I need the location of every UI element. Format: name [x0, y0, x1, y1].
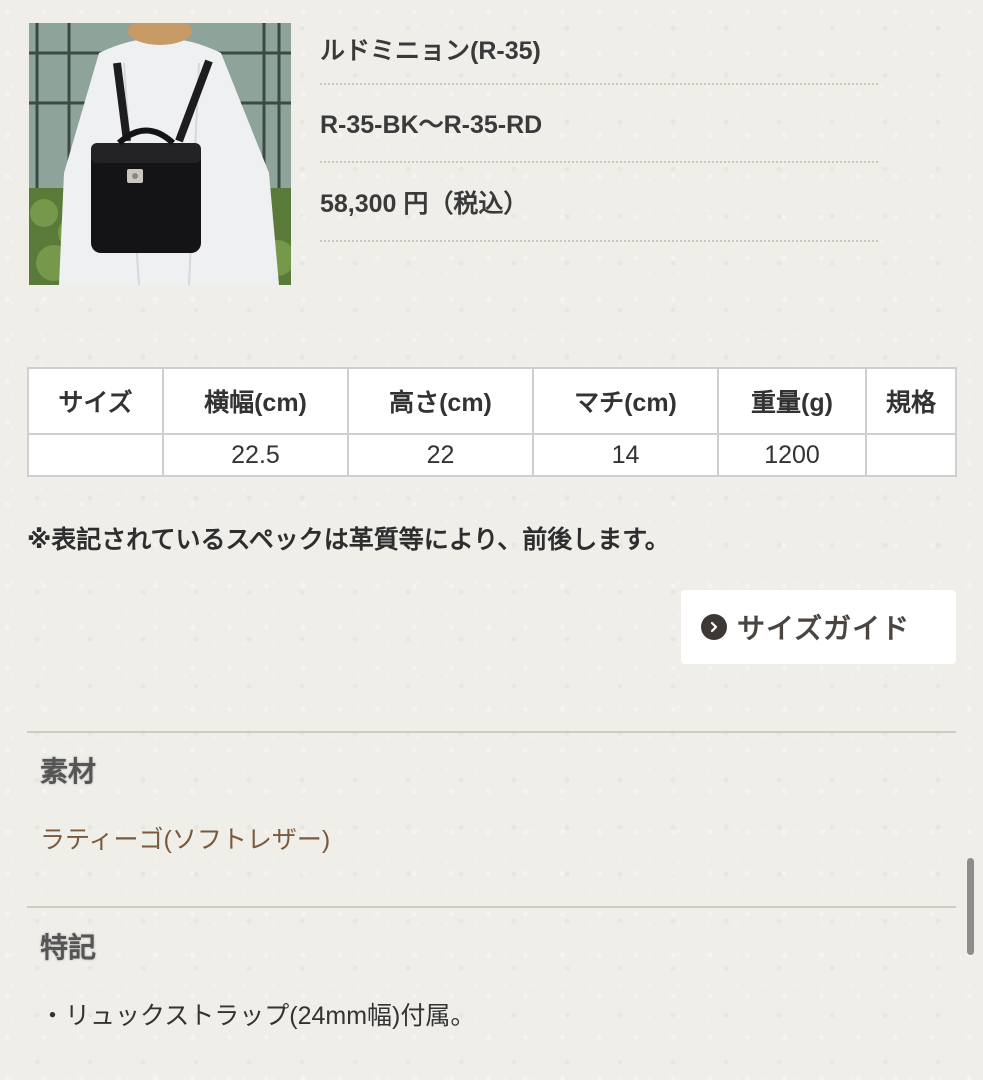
chevron-right-circle-icon: [701, 614, 727, 640]
spec-header-height: 高さ(cm): [347, 367, 534, 435]
spec-value-row: 22.5 22 14 1200: [27, 433, 957, 477]
product-info: ルドミニョン(R-35) R-35-BK〜R-35-RD 58,300 円（税込…: [320, 23, 878, 242]
spec-header-weight: 重量(g): [717, 367, 867, 435]
product-code: R-35-BK〜R-35-RD: [320, 85, 878, 163]
spec-value-weight: 1200: [717, 433, 867, 477]
spec-value-height: 22: [347, 433, 534, 477]
size-guide-button[interactable]: サイズガイド: [681, 590, 956, 664]
product-price: 58,300 円（税込）: [320, 163, 878, 242]
spec-value-depth: 14: [532, 433, 719, 477]
spec-header-depth: マチ(cm): [532, 367, 719, 435]
spec-header-size: サイズ: [27, 367, 164, 435]
spec-note: ※表記されているスペックは革質等により、前後します。: [27, 526, 670, 554]
features-heading: 特記: [40, 932, 97, 963]
material-heading: 素材: [40, 756, 97, 787]
spec-value-size: [27, 433, 164, 477]
size-guide-label: サイズガイド: [737, 613, 911, 644]
section-divider: [27, 731, 956, 733]
scrollbar[interactable]: [967, 858, 974, 955]
spec-header-width: 横幅(cm): [162, 367, 349, 435]
features-value: ・リュックストラップ(24mm幅)付属。: [40, 1002, 476, 1030]
spec-header-standard: 規格: [865, 367, 957, 435]
product-photo[interactable]: [29, 23, 291, 285]
product-name: ルドミニョン(R-35): [320, 23, 878, 85]
spec-table: サイズ 横幅(cm) 高さ(cm) マチ(cm) 重量(g) 規格 22.5 2…: [27, 367, 957, 477]
section-divider: [27, 906, 956, 908]
spec-value-standard: [865, 433, 957, 477]
spec-value-width: 22.5: [162, 433, 349, 477]
spec-header-row: サイズ 横幅(cm) 高さ(cm) マチ(cm) 重量(g) 規格: [27, 367, 957, 435]
material-value: ラティーゴ(ソフトレザー): [40, 826, 331, 854]
